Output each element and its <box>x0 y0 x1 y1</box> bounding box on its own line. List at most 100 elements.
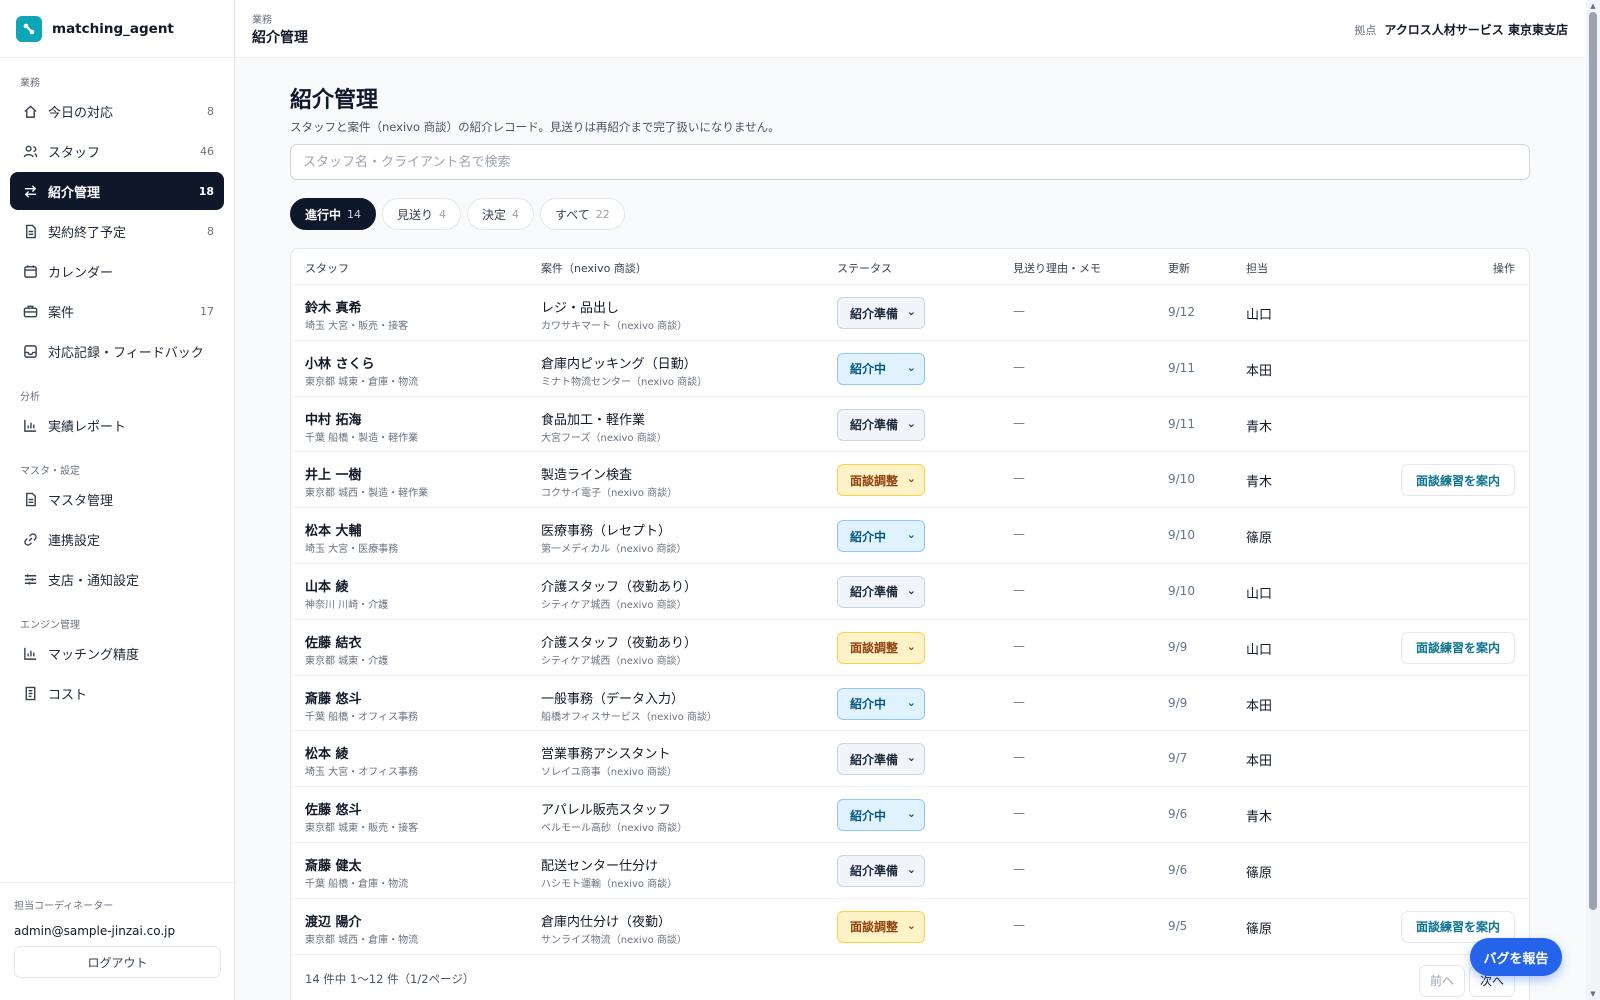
table-row[interactable]: 渡辺 陽介 東京都 城西・倉庫・物流 倉庫内仕分け（夜勤） サンライズ物流（nexiv… <box>291 899 1529 955</box>
job-title[interactable]: アパレル販売スタッフ <box>541 799 671 818</box>
table-row[interactable]: 斎藤 健太 千葉 船橋・倉庫・物流 配送センター仕分け ハシモト運輸（nexivo 商… <box>291 843 1529 899</box>
search-input[interactable] <box>290 144 1530 180</box>
table-row[interactable]: 中村 拓海 千葉 船橋・製造・軽作業 食品加工・軽作業 大宮フーズ（nexivo 商談… <box>291 397 1529 453</box>
table-row[interactable]: 佐藤 結衣 東京都 城東・介護 介護スタッフ（夜勤あり） シティケア城西（nexivo… <box>291 620 1529 676</box>
sidebar-item-master[interactable]: マスタ管理 <box>10 480 224 518</box>
staff-name[interactable]: 渡辺 陽介 <box>305 911 362 930</box>
sidebar-item-calendar[interactable]: カレンダー <box>10 252 224 290</box>
column-header-status[interactable]: ステータス <box>837 260 892 276</box>
staff-name[interactable]: 井上 一樹 <box>305 464 362 483</box>
job-title[interactable]: 製造ライン検査 <box>541 464 632 483</box>
column-header-updated[interactable]: 更新 <box>1168 260 1190 276</box>
status-select[interactable]: 紹介準備 ⌄ <box>837 297 925 329</box>
staff-name[interactable]: 斎藤 悠斗 <box>305 688 362 707</box>
column-header-staff[interactable]: スタッフ <box>305 260 349 276</box>
table-row[interactable]: 佐藤 悠斗 東京都 城東・販売・接客 アパレル販売スタッフ ベルモール高砂（nexiv… <box>291 787 1529 843</box>
scroll-thumb[interactable] <box>1589 12 1597 910</box>
job-title[interactable]: 倉庫内仕分け（夜勤） <box>541 911 671 930</box>
staff-name[interactable]: 小林 さくら <box>305 353 375 372</box>
status-select[interactable]: 面談調整 ⌄ <box>837 464 925 497</box>
sidebar-item-staff[interactable]: スタッフ 46 <box>10 132 224 170</box>
job-title[interactable]: 配送センター仕分け <box>541 855 658 874</box>
status-select[interactable]: 紹介中 ⌄ <box>837 799 925 832</box>
job-title[interactable]: 一般事務（データ入力） <box>541 688 684 707</box>
interview-practice-button[interactable]: 面談練習を案内 <box>1400 464 1515 497</box>
staff-name[interactable]: 佐藤 悠斗 <box>305 799 362 818</box>
app-logo-icon <box>16 15 42 42</box>
status-value: 紹介準備 <box>850 418 899 433</box>
status-select[interactable]: 紹介中 ⌄ <box>837 352 925 385</box>
sidebar-item-today[interactable]: 今日の対応 8 <box>10 92 224 130</box>
staff-name[interactable]: 佐藤 結衣 <box>305 632 362 651</box>
status-select[interactable]: 紹介準備 ⌄ <box>837 575 925 608</box>
chevron-down-icon: ⌄ <box>906 528 916 542</box>
table-row[interactable]: 鈴木 真希 埼玉 大宮・販売・接客 レジ・品出し カワサキマート（nexivo 商談）… <box>291 285 1529 341</box>
status-select[interactable]: 紹介準備 ⌄ <box>837 743 925 776</box>
job-title[interactable]: レジ・品出し <box>541 297 619 316</box>
status-select[interactable]: 面談調整 ⌄ <box>837 910 925 943</box>
staff-name[interactable]: 鈴木 真希 <box>305 297 362 316</box>
column-header-owner[interactable]: 担当 <box>1246 260 1268 276</box>
sidebar-item-matching-accuracy[interactable]: マッチング精度 <box>10 634 224 672</box>
job-title[interactable]: 介護スタッフ（夜勤あり） <box>541 576 697 595</box>
table-row[interactable]: 小林 さくら 東京都 城東・倉庫・物流 倉庫内ピッキング（日勤） ミナト物流センター（… <box>291 341 1529 397</box>
table-row[interactable]: 斎藤 悠斗 千葉 船橋・オフィス事務 一般事務（データ入力） 船橋オフィスサービス（n… <box>291 676 1529 732</box>
staff-name[interactable]: 松本 大輔 <box>305 520 362 539</box>
table-row[interactable]: 松本 大輔 埼玉 大宮・医療事務 医療事務（レセプト） 第一メディカル（nexivo … <box>291 508 1529 564</box>
sidebar-item-feedback[interactable]: 対応記録・フィードバック <box>10 332 224 370</box>
column-header-memo[interactable]: 見送り理由・メモ <box>1013 260 1101 276</box>
tab-in-progress[interactable]: 進行中 14 <box>290 198 377 230</box>
chevron-down-icon: ⌄ <box>906 639 916 653</box>
status-select[interactable]: 紹介中 ⌄ <box>837 520 925 553</box>
nav-section-business: 業務 <box>20 78 40 89</box>
job-title[interactable]: 医療事務（レセプト） <box>541 520 671 539</box>
sidebar-item-contract-end[interactable]: 契約終了予定 8 <box>10 212 224 250</box>
sidebar-footer: 担当コーディネーター admin@sample-jinzai.co.jp ログア… <box>0 882 234 1000</box>
sidebar-item-reports[interactable]: 実績レポート <box>10 406 224 444</box>
sidebar-item-integrations[interactable]: 連携設定 <box>10 520 224 558</box>
breadcrumb[interactable]: 業務 <box>252 11 272 26</box>
report-bug-button[interactable]: バグを報告 <box>1470 938 1562 976</box>
brand[interactable]: matching_agent <box>0 0 234 58</box>
updated-date: 9/6 <box>1168 807 1188 822</box>
staff-name[interactable]: 松本 綾 <box>305 743 349 762</box>
bar-chart-icon <box>22 417 38 433</box>
job-title[interactable]: 倉庫内ピッキング（日勤） <box>541 353 697 372</box>
tab-all[interactable]: すべて 22 <box>540 198 625 230</box>
tab-decided[interactable]: 決定 4 <box>467 198 535 230</box>
sidebar-item-branch-settings[interactable]: 支店・通知設定 <box>10 560 224 598</box>
sidebar-item-referrals[interactable]: 紹介管理 18 <box>10 172 224 210</box>
owner-name: 山口 <box>1246 308 1273 323</box>
staff-name[interactable]: 山本 綾 <box>305 576 349 595</box>
job-title[interactable]: 営業事務アシスタント <box>541 743 670 762</box>
client-name: コクサイ電子（nexivo 商談） <box>541 488 678 500</box>
status-select[interactable]: 紹介中 ⌄ <box>837 687 925 720</box>
scroll-down-arrow-icon[interactable]: ▼ <box>1588 990 1598 998</box>
interview-practice-button[interactable]: 面談練習を案内 <box>1400 631 1515 664</box>
chevron-down-icon: ⌄ <box>906 862 916 876</box>
table-row[interactable]: 井上 一樹 東京都 城西・製造・軽作業 製造ライン検査 コクサイ電子（nexivo 商… <box>291 452 1529 509</box>
job-title[interactable]: 食品加工・軽作業 <box>541 409 645 428</box>
staff-name[interactable]: 中村 拓海 <box>305 409 362 428</box>
updated-date: 9/12 <box>1168 305 1195 319</box>
table-row[interactable]: 山本 綾神奈川 川崎・介護 介護スタッフ（夜勤あり） シティケア城西（nexivo … <box>291 564 1529 620</box>
table-row[interactable]: 松本 綾埼玉 大宮・オフィス事務 営業事務アシスタント ソレイユ商事（nexivo … <box>291 731 1529 788</box>
job-title[interactable]: 介護スタッフ（夜勤あり） <box>541 632 697 651</box>
updated-date: 9/11 <box>1168 416 1195 431</box>
sidebar-item-count: 46 <box>200 144 214 158</box>
status-select[interactable]: 紹介準備 ⌄ <box>837 854 925 887</box>
sidebar-item-cost[interactable]: コスト <box>10 674 224 712</box>
status-select[interactable]: 面談調整 ⌄ <box>837 631 925 664</box>
status-select[interactable]: 紹介準備 ⌄ <box>837 408 925 441</box>
bar-chart-icon <box>22 645 38 661</box>
column-header-job[interactable]: 案件（nexivo 商談） <box>541 260 647 276</box>
staff-name[interactable]: 斎藤 健太 <box>305 855 362 874</box>
logout-button[interactable]: ログアウト <box>14 946 221 978</box>
scroll-up-arrow-icon[interactable]: ▲ <box>1588 2 1598 10</box>
receipt-icon <box>22 685 38 701</box>
prev-page-button[interactable]: 前へ <box>1419 964 1465 997</box>
tab-declined[interactable]: 見送り 4 <box>382 198 462 230</box>
page-scrollbar[interactable]: ▲ ▼ <box>1586 0 1600 1000</box>
sidebar-item-jobs[interactable]: 案件 17 <box>10 292 224 330</box>
client-name: シティケア城西（nexivo 商談） <box>541 599 687 611</box>
